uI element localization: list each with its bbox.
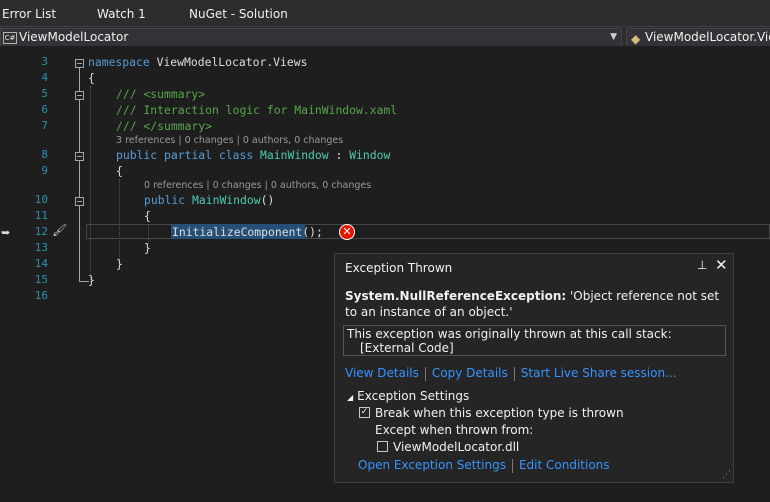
view-details-link[interactable]: View Details [345, 366, 419, 380]
exception-message: System.NullReferenceException: 'Object r… [345, 289, 720, 319]
chevron-down-icon[interactable]: ▼ [610, 29, 617, 46]
codelens-class[interactable]: 3 references | 0 changes | 0 authors, 0 … [116, 135, 343, 146]
code-line-8: public partial class MainWindow : Window [116, 148, 391, 162]
line-number: 15 [34, 273, 48, 286]
next-statement-arrow-icon[interactable]: ➥ [1, 226, 10, 239]
resize-grip-icon[interactable]: ⋰ [722, 470, 731, 480]
fold-toggle-summary[interactable] [75, 91, 84, 100]
code-line-9: { [116, 164, 123, 178]
code-line-4: { [88, 71, 95, 85]
tab-watch-1[interactable]: Watch 1 [97, 7, 146, 21]
line-number: 6 [41, 103, 48, 116]
type-dropdown-label: ViewModelLocator.View [645, 30, 770, 44]
line-number: 9 [41, 164, 48, 177]
code-line-15: } [88, 273, 95, 287]
pin-icon[interactable]: ⊥ [697, 258, 707, 272]
line-number: 5 [41, 87, 48, 100]
project-dropdown-label: ViewModelLocator [19, 30, 129, 44]
navigation-bar: C# ViewModelLocator ▼ ◆ ViewModelLocator… [0, 26, 770, 47]
code-line-14: } [116, 257, 123, 271]
tab-error-list[interactable]: Error List [2, 7, 56, 21]
module-exclusion-row[interactable]: ViewModelLocator.dll [377, 440, 519, 454]
fold-toggle-class[interactable] [75, 152, 84, 161]
tool-window-tabbar: Error List Watch 1 NuGet - Solution [0, 0, 770, 26]
codelens-constructor[interactable]: 0 references | 0 changes | 0 authors, 0 … [144, 180, 371, 191]
project-dropdown[interactable]: C# ViewModelLocator ▼ [0, 28, 622, 47]
close-icon[interactable]: ✕ [715, 256, 728, 274]
edit-conditions-link[interactable]: Edit Conditions [519, 458, 610, 472]
fold-toggle-constructor[interactable] [75, 197, 84, 206]
code-line-11: { [144, 209, 151, 223]
exception-settings-header[interactable]: ◢ Exception Settings [347, 389, 469, 403]
line-number: 11 [34, 209, 48, 222]
settings-links: Open Exception Settings Edit Conditions [358, 458, 610, 473]
line-number: 3 [41, 55, 48, 68]
type-dropdown[interactable]: ◆ ViewModelLocator.View [626, 28, 770, 47]
code-line-3: namespace ViewModelLocator.Views [88, 55, 308, 69]
line-number: 7 [41, 119, 48, 132]
fold-toggle-namespace[interactable] [75, 59, 84, 68]
break-checkbox[interactable]: ✓ [359, 407, 370, 418]
line-number: 13 [34, 241, 48, 254]
live-share-link[interactable]: Start Live Share session... [521, 366, 677, 380]
action-links: View Details Copy Details Start Live Share… [345, 366, 677, 381]
except-when-label: Except when thrown from: [375, 423, 534, 437]
line-number: 16 [34, 289, 48, 302]
paintbrush-icon[interactable]: 🖌 [52, 223, 67, 237]
exception-thrown-popup: Exception Thrown ⊥ ✕ System.NullReferenc… [334, 253, 734, 483]
module-checkbox[interactable] [377, 441, 388, 452]
line-number: 14 [34, 257, 48, 270]
tab-nuget-solution[interactable]: NuGet - Solution [189, 7, 288, 21]
error-icon[interactable]: ✕ [339, 224, 355, 240]
code-line-7: /// </summary> [116, 119, 213, 133]
call-stack-frame[interactable]: [External Code] [360, 341, 454, 355]
call-stack-box: This exception was originally thrown at … [343, 325, 726, 356]
csharp-project-icon: C# [3, 32, 17, 44]
collapse-triangle-icon[interactable]: ◢ [347, 393, 353, 402]
code-line-6: /// Interaction logic for MainWindow.xam… [116, 103, 398, 117]
line-number: 8 [41, 148, 48, 161]
popup-title: Exception Thrown [345, 261, 453, 275]
code-line-5: /// <summary> [116, 87, 206, 101]
line-number: 4 [41, 71, 48, 84]
break-on-exception-row[interactable]: ✓ Break when this exception type is throw… [359, 406, 624, 420]
code-line-13: } [144, 241, 151, 255]
line-number: 10 [34, 193, 48, 206]
call-stack-header: This exception was originally thrown at … [347, 327, 672, 341]
copy-details-link[interactable]: Copy Details [432, 366, 508, 380]
open-exception-settings-link[interactable]: Open Exception Settings [358, 458, 506, 472]
code-line-12: InitializeComponent(); [172, 225, 323, 239]
code-line-10: public MainWindow() [144, 193, 275, 207]
